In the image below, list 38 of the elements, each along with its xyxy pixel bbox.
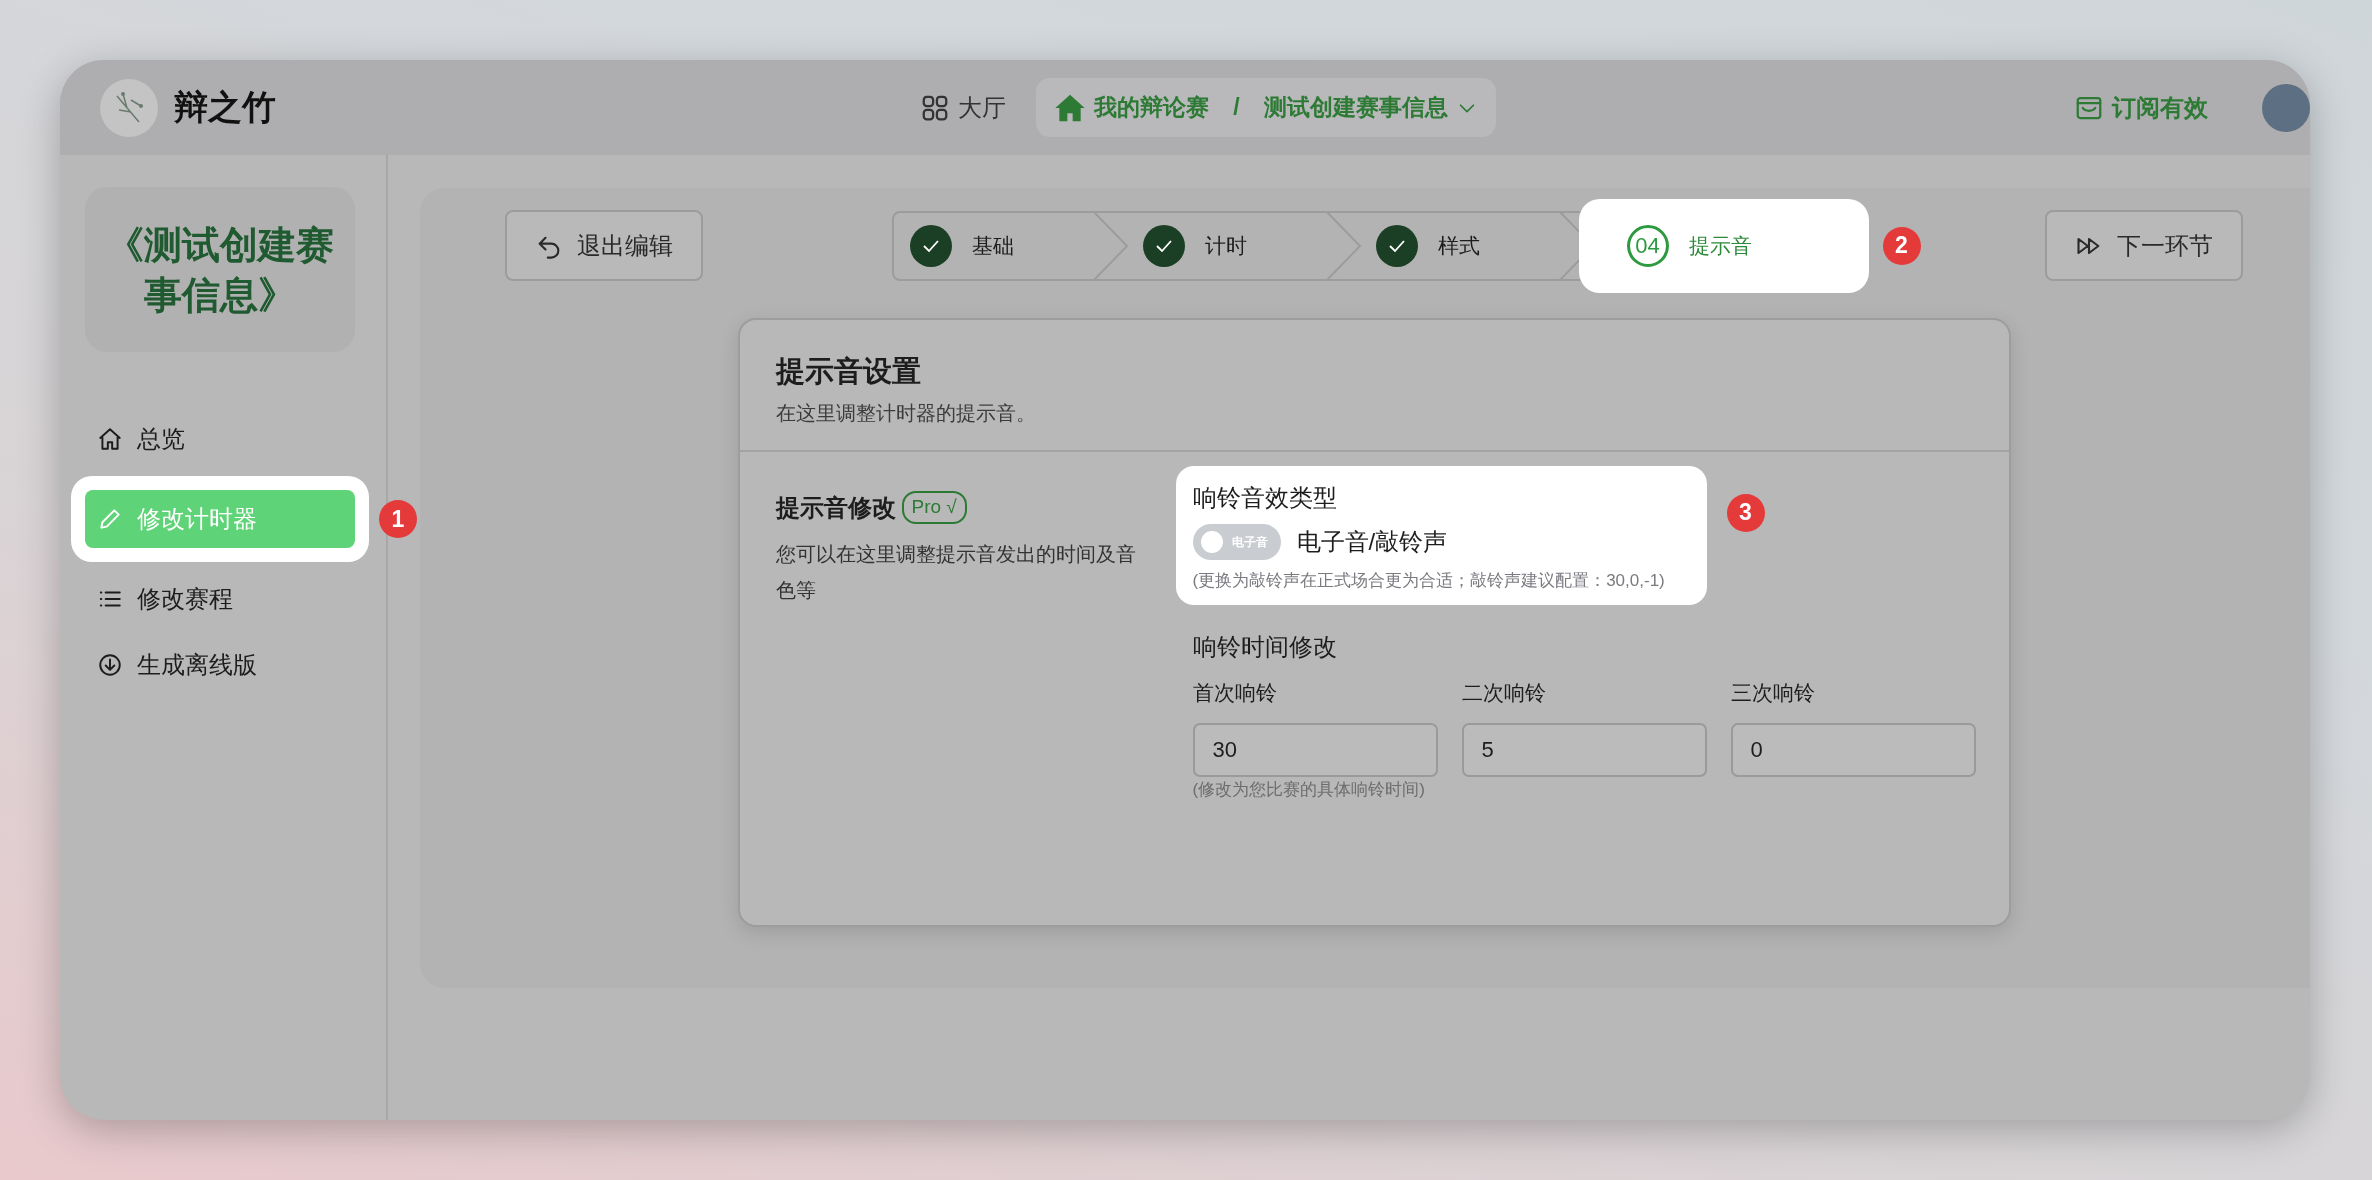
callout-number: 3	[1726, 493, 1765, 532]
section-title: 提示音修改	[775, 492, 896, 523]
sidebar-item[interactable]: 生成离线版	[85, 636, 355, 694]
section-description: 您可以在这里调整提示音发出的时间及音色等	[775, 541, 1137, 603]
hint-text: (更换为敲铃声在正式场合更为合适；敲铃声建议配置：30,0,-1)	[1192, 569, 1666, 592]
step-tab[interactable]: 基础	[893, 212, 1127, 279]
pro-badge: Pro √	[901, 491, 967, 524]
callout-number: 2	[1882, 226, 1921, 265]
pencil-icon	[97, 506, 123, 532]
number-field[interactable]: 5	[1461, 722, 1707, 777]
card-title: 提示音设置	[775, 354, 922, 389]
sidebar-item[interactable]: 总览	[85, 410, 355, 468]
sidebar-item[interactable]: 修改赛程	[85, 570, 355, 628]
card-subtitle: 在这里调整计时器的提示音。	[775, 400, 1037, 426]
check-circle-icon	[1375, 224, 1418, 267]
hall-link[interactable]: 大厅	[914, 88, 1013, 127]
breadcrumb-separator: /	[1233, 93, 1240, 123]
hint-text: (修改为您比赛的具体响铃时间)	[1192, 778, 1426, 801]
step-tab[interactable]: 计时	[1126, 212, 1360, 279]
toggle-label: 电子音/敲铃声	[1296, 526, 1448, 557]
check-circle-icon	[1142, 224, 1185, 267]
field-label: 三次响铃	[1730, 680, 1816, 706]
field-label: 二次响铃	[1461, 680, 1547, 706]
number-field[interactable]: 0	[1730, 722, 1976, 777]
check-circle-icon	[909, 224, 952, 267]
number-field[interactable]: 30	[1192, 722, 1438, 777]
callout-number: 1	[379, 500, 417, 538]
exit-edit-button[interactable]: 退出编辑	[505, 210, 703, 281]
home-icon	[97, 426, 123, 452]
field-title: 响铃时间修改	[1192, 632, 1338, 662]
field-title: 响铃音效类型	[1192, 482, 1338, 513]
field-label: 首次响铃	[1192, 680, 1278, 706]
download-circle-icon	[97, 652, 123, 678]
event-title: 《测试创建赛事信息》	[105, 221, 335, 319]
avatar[interactable]	[2262, 83, 2310, 132]
next-stage-button[interactable]: 下一环节	[2045, 210, 2243, 281]
step-number: 04	[1626, 224, 1669, 267]
logo-text: 辩之竹	[174, 86, 276, 129]
